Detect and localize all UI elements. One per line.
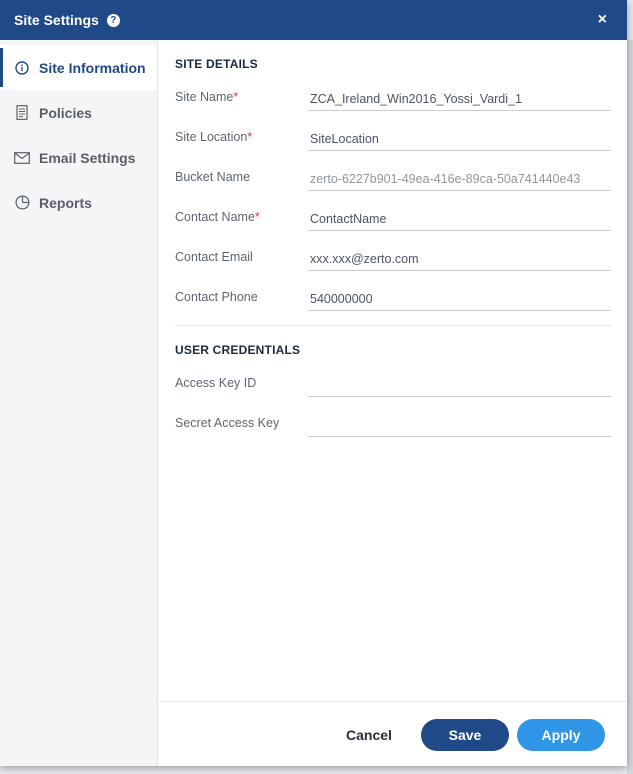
close-icon[interactable]: × [598, 11, 607, 29]
access-key-id-input[interactable] [308, 366, 611, 397]
settings-sidebar: Site Information Policies Email Settings… [0, 40, 158, 766]
cancel-button[interactable]: Cancel [329, 719, 409, 751]
field-label: Site Name* [175, 90, 239, 104]
section-divider [175, 325, 611, 326]
sidebar-item-label: Email Settings [39, 149, 136, 166]
bucket-name-field [308, 160, 611, 191]
sidebar-item-email-settings[interactable]: Email Settings [0, 135, 157, 180]
form-row-site-name: Site Name* [175, 80, 611, 116]
background-page-edge [627, 40, 633, 774]
info-icon [13, 59, 31, 77]
field-label: Contact Phone [175, 290, 258, 304]
envelope-icon [13, 149, 31, 167]
section-title-site-details: SITE DETAILS [175, 57, 258, 71]
field-label: Contact Name* [175, 210, 260, 224]
field-label: Contact Email [175, 250, 253, 264]
field-label: Site Location* [175, 130, 253, 144]
site-location-input[interactable] [308, 120, 611, 151]
secret-access-key-input[interactable] [308, 406, 611, 437]
form-row-contact-phone: Contact Phone [175, 280, 611, 316]
sidebar-item-site-information[interactable]: Site Information [0, 45, 157, 90]
site-information-panel: SITE DETAILS Site Name* Site Location* B… [159, 40, 627, 701]
sidebar-item-policies[interactable]: Policies [0, 90, 157, 135]
sidebar-item-label: Reports [39, 194, 92, 211]
field-label: Access Key ID [175, 376, 257, 390]
field-label: Bucket Name [175, 170, 251, 184]
form-row-access-key-id: Access Key ID [175, 366, 611, 402]
form-row-secret-access-key: Secret Access Key [175, 406, 611, 442]
form-row-bucket-name: Bucket Name [175, 160, 611, 196]
dialog-footer: Cancel Save Apply [159, 701, 627, 766]
sidebar-item-label: Site Information [39, 59, 146, 76]
required-marker: * [254, 210, 260, 224]
save-button[interactable]: Save [421, 719, 509, 751]
contact-name-input[interactable] [308, 200, 611, 231]
document-icon [13, 104, 31, 122]
help-icon[interactable]: ? [106, 13, 120, 27]
required-marker: * [233, 90, 239, 104]
form-row-site-location: Site Location* [175, 120, 611, 156]
sidebar-item-label: Policies [39, 104, 92, 121]
sidebar-item-reports[interactable]: Reports [0, 180, 157, 225]
dialog-header: Site Settings ? × [0, 0, 627, 40]
pie-chart-icon [13, 194, 31, 212]
required-marker: * [247, 130, 253, 144]
site-name-input[interactable] [308, 80, 611, 111]
form-row-contact-name: Contact Name* [175, 200, 611, 236]
section-title-user-credentials: USER CREDENTIALS [175, 343, 301, 357]
contact-phone-input[interactable] [308, 280, 611, 311]
apply-button[interactable]: Apply [517, 719, 605, 751]
site-settings-dialog: Site Settings ? × Site Information Polic… [0, 0, 627, 766]
field-label: Secret Access Key [175, 416, 280, 430]
dialog-title: Site Settings [14, 12, 99, 28]
contact-email-input[interactable] [308, 240, 611, 271]
form-row-contact-email: Contact Email [175, 240, 611, 276]
